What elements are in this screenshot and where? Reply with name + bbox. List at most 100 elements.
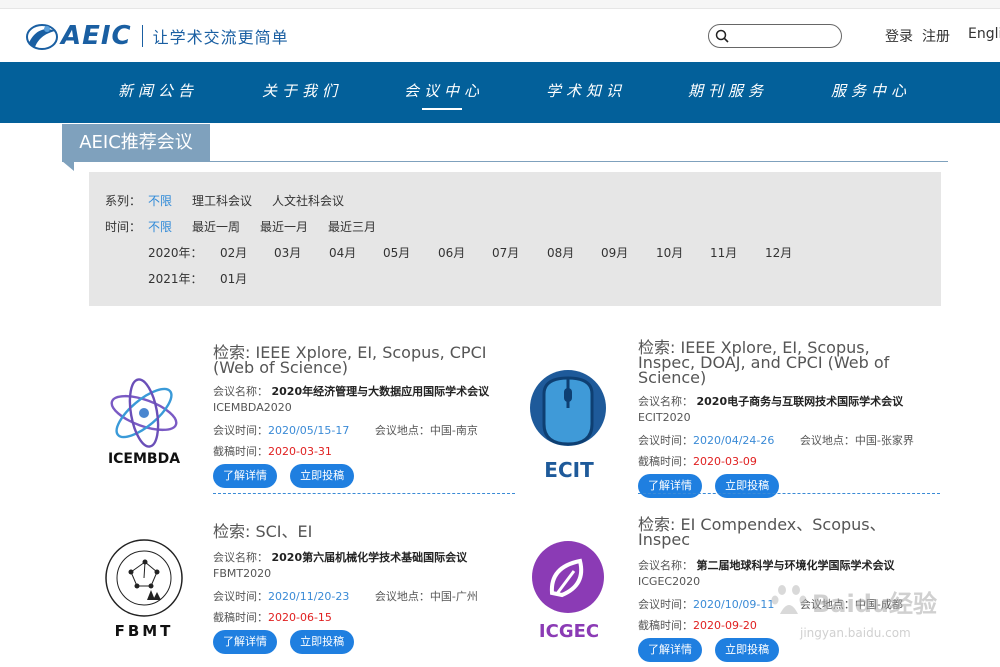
nav-item-academic[interactable]: 学术知识 — [546, 80, 626, 101]
conference-place: 中国-张家界 — [854, 434, 914, 447]
conference-logo[interactable]: ICGEC — [514, 517, 624, 647]
card-actions: 了解详情 立即投稿 — [638, 474, 938, 498]
month-option[interactable]: 04月 — [329, 244, 356, 261]
time-label: 会议时间： — [638, 434, 693, 447]
conference-info: 检索: SCI、EI 会议名称： 2020第六届机械化学技术基础国际会议 FBM… — [213, 524, 513, 654]
time-label: 会议时间： — [213, 590, 268, 603]
submit-button[interactable]: 立即投稿 — [715, 474, 780, 498]
details-button[interactable]: 了解详情 — [213, 630, 277, 654]
deadline-row: 截稿时间：2020-03-09 — [638, 453, 938, 469]
leaf-logo-icon — [532, 541, 604, 613]
conference-deadline: 2020-03-09 — [693, 455, 757, 468]
deadline-label: 截稿时间： — [213, 445, 268, 458]
nav-item-conference-center[interactable]: 会议中心 — [404, 80, 484, 110]
month-option[interactable]: 07月 — [492, 244, 519, 261]
site-header: AEIC 让学术交流更简单 登录 注册 English — [0, 9, 1000, 62]
time-label: 会议时间： — [638, 598, 693, 611]
month-option[interactable]: 03月 — [274, 244, 301, 261]
time-option-week[interactable]: 最近一周 — [192, 218, 240, 235]
conference-deadline: 2020-03-31 — [268, 445, 332, 458]
search-input[interactable] — [733, 27, 837, 45]
deadline-label: 截稿时间： — [638, 455, 693, 468]
conference-name[interactable]: 2020年经济管理与大数据应用国际学术会议 — [272, 385, 490, 398]
time-option-month[interactable]: 最近一月 — [260, 218, 308, 235]
month-option[interactable]: 05月 — [383, 244, 410, 261]
conference-logo[interactable]: FBMT — [89, 524, 199, 654]
section-title: AEIC推荐会议 — [62, 124, 210, 161]
atom-logo-icon — [110, 378, 178, 448]
place-label: 会议地点： — [374, 590, 430, 603]
register-link[interactable]: 注册 — [922, 26, 950, 46]
baidu-watermark: Baidu经验 jingyan.baidu.com — [770, 578, 990, 658]
logo-separator — [141, 25, 143, 47]
indexing-text: 检索: SCI、EI — [213, 522, 313, 541]
page: AEIC 让学术交流更简单 登录 注册 English 新闻公告 关于我们 会议… — [0, 0, 1000, 667]
conference-card: ICEMBDA 检索: IEEE Xplore, EI, Scopus, CPC… — [89, 345, 515, 505]
conference-name-row: 会议名称： 2020第六届机械化学技术基础国际会议 — [213, 549, 513, 565]
site-logo[interactable]: AEIC 让学术交流更简单 — [25, 20, 289, 52]
conference-deadline: 2020-09-20 — [693, 619, 757, 632]
month-option[interactable]: 12月 — [765, 244, 792, 261]
month-option[interactable]: 01月 — [220, 270, 247, 287]
time-option-all[interactable]: 不限 — [148, 218, 172, 235]
deadline-label: 截稿时间： — [213, 611, 268, 624]
conference-name-row: 会议名称： 2020电子商务与互联网技术国际学术会议 — [638, 393, 938, 409]
nav-item-news[interactable]: 新闻公告 — [118, 80, 198, 101]
conference-info: 检索: IEEE Xplore, EI, Scopus, Inspec, DOA… — [638, 340, 938, 498]
conference-time: 2020/11/20-23 — [268, 590, 350, 603]
month-option[interactable]: 06月 — [438, 244, 465, 261]
year-2021-label: 2021年： — [148, 272, 203, 286]
nav-item-service[interactable]: 服务中心 — [831, 80, 911, 101]
submit-button[interactable]: 立即投稿 — [290, 464, 355, 488]
details-button[interactable]: 了解详情 — [213, 464, 277, 488]
conference-time-row: 会议时间：2020/04/24-26 会议地点：中国-张家界 — [638, 432, 938, 448]
brand-slogan: 让学术交流更简单 — [152, 28, 289, 47]
indexing-text: 检索: IEEE Xplore, EI, Scopus, Inspec, DOA… — [638, 338, 890, 387]
conference-name-row: 会议名称： 第二届地球科学与环境化学国际学术会议 — [638, 557, 938, 573]
conference-logo-text: ICEMBDA — [107, 451, 181, 467]
conference-time: 2020/05/15-17 — [268, 424, 350, 437]
name-label: 会议名称： — [638, 395, 693, 408]
time-option-three-months[interactable]: 最近三月 — [328, 218, 376, 235]
month-option[interactable]: 10月 — [656, 244, 683, 261]
details-button[interactable]: 了解详情 — [638, 638, 702, 662]
conference-time-row: 会议时间：2020/05/15-17 会议地点：中国-南京 — [213, 422, 513, 438]
search-box[interactable] — [708, 24, 842, 48]
time-label: 会议时间： — [213, 424, 268, 437]
submit-button[interactable]: 立即投稿 — [290, 630, 355, 654]
conference-name[interactable]: 2020电子商务与互联网技术国际学术会议 — [697, 395, 904, 408]
nav-item-journal[interactable]: 期刊服务 — [688, 80, 768, 101]
conference-logo[interactable]: ICEMBDA — [89, 345, 199, 475]
conference-logo[interactable]: ECIT — [514, 340, 624, 482]
nav-item-about[interactable]: 关于我们 — [262, 80, 342, 101]
search-icon — [715, 29, 729, 43]
conference-logo-text: FBMT — [114, 622, 174, 640]
name-label: 会议名称： — [213, 551, 268, 564]
series-label: 系列： — [105, 194, 142, 208]
aeic-logo-icon — [26, 24, 58, 50]
language-link[interactable]: English — [968, 26, 1000, 42]
conference-name[interactable]: 第二届地球科学与环境化学国际学术会议 — [697, 559, 895, 572]
conference-name[interactable]: 2020第六届机械化学技术基础国际会议 — [272, 551, 468, 564]
conference-time: 2020/04/24-26 — [693, 434, 775, 447]
conference-logo-text: ICGEC — [538, 621, 600, 642]
login-link[interactable]: 登录 — [885, 26, 913, 46]
conference-place: 中国-广州 — [429, 590, 478, 603]
month-option[interactable]: 09月 — [601, 244, 628, 261]
month-option[interactable]: 02月 — [220, 244, 247, 261]
watermark-text: Baidu经验 — [812, 590, 937, 618]
details-button[interactable]: 了解详情 — [638, 474, 702, 498]
series-option-all[interactable]: 不限 — [148, 192, 172, 209]
month-option[interactable]: 08月 — [547, 244, 574, 261]
conference-logo-text: ECIT — [544, 458, 594, 482]
year-2020-label: 2020年： — [148, 246, 203, 260]
section-title-arrow — [62, 161, 74, 171]
watermark-url: jingyan.baidu.com — [800, 626, 911, 640]
deadline-row: 截稿时间：2020-06-15 — [213, 609, 513, 625]
series-option-engineering[interactable]: 理工科会议 — [192, 192, 252, 209]
month-option[interactable]: 11月 — [710, 244, 737, 261]
main-nav: 新闻公告 关于我们 会议中心 学术知识 期刊服务 服务中心 — [0, 62, 1000, 123]
card-actions: 了解详情 立即投稿 — [213, 630, 513, 654]
conference-info: 检索: IEEE Xplore, EI, Scopus, CPCI (Web o… — [213, 345, 513, 488]
series-option-humanities[interactable]: 人文社科会议 — [272, 192, 344, 209]
